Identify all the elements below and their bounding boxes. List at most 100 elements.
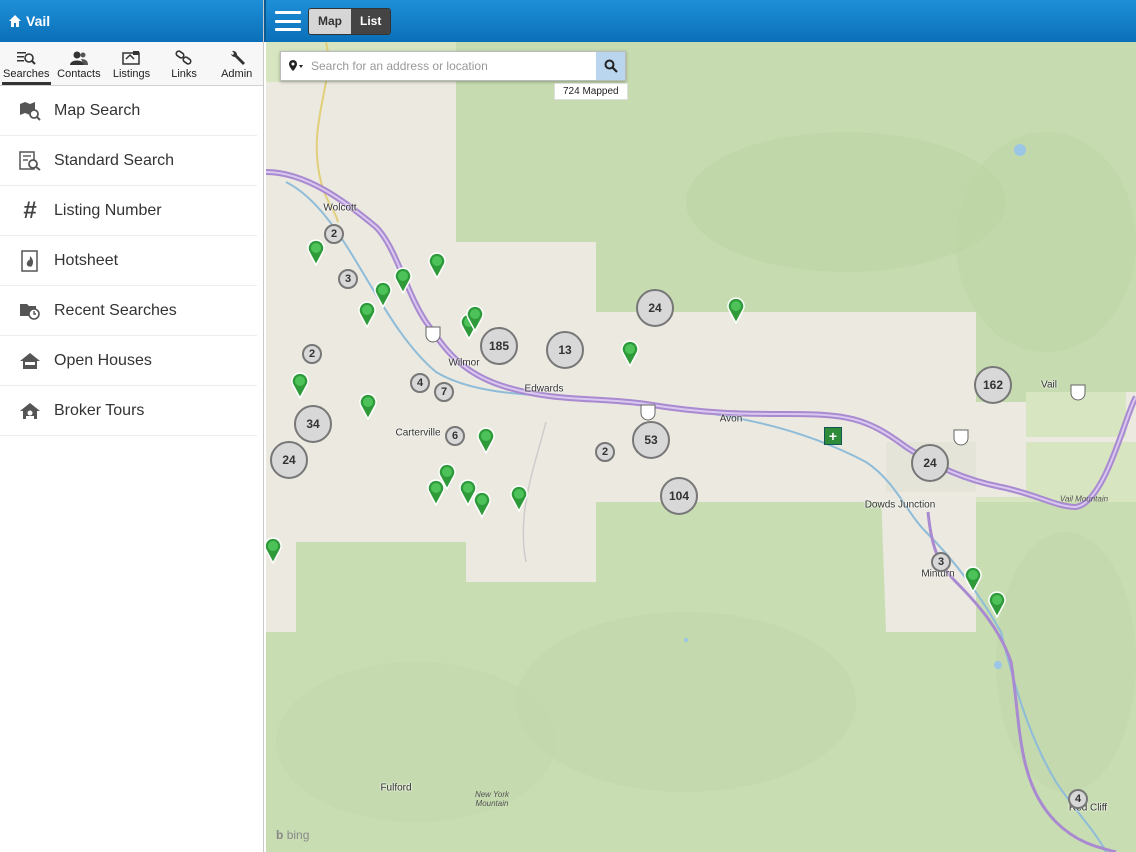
location-search-input[interactable] [311, 59, 596, 73]
app-title: Vail [26, 13, 51, 29]
listing-pin[interactable] [290, 371, 310, 399]
town-label: Dowds Junction [864, 499, 936, 511]
search-list-icon [17, 52, 37, 65]
list-view-button[interactable]: List [351, 9, 391, 34]
hospital-icon[interactable]: + [824, 427, 842, 445]
town-label: Wolcott [323, 202, 357, 214]
listing-cluster[interactable]: 6 [445, 426, 465, 446]
menu-item-map-search[interactable]: Map Search [0, 86, 257, 136]
menu-label: Hotsheet [54, 251, 119, 269]
open-house-icon [18, 349, 42, 373]
wrench-icon [230, 50, 245, 65]
map-terrain [266, 42, 1136, 852]
link-icon [175, 50, 192, 65]
menu-label: Listing Number [54, 201, 162, 219]
town-label: Fulford [380, 782, 412, 794]
listing-cluster[interactable]: 24 [270, 441, 308, 479]
listing-cluster[interactable]: 2 [302, 344, 322, 364]
peak-label: Vail Mountain [1059, 494, 1109, 504]
top-bar: Map List [264, 0, 1136, 42]
menu-item-listing-number[interactable]: # Listing Number [0, 186, 257, 236]
listing-cluster[interactable]: 24 [911, 444, 949, 482]
tab-label: Links [171, 68, 197, 80]
search-icon [604, 59, 618, 73]
standard-search-icon [18, 149, 42, 173]
highway-shield [1070, 384, 1086, 401]
map-view-button[interactable]: Map [309, 9, 351, 34]
menu-item-hotsheet[interactable]: Hotsheet [0, 236, 257, 286]
tab-bar: Searches Contacts Listings Links Admin [0, 42, 263, 86]
town-label: Avon [719, 413, 743, 425]
listing-cluster[interactable]: 7 [434, 382, 454, 402]
hotsheet-icon [18, 249, 42, 273]
listing-cluster[interactable]: 3 [338, 269, 358, 289]
listings-icon [122, 51, 141, 65]
mapped-count-label: 724 Mapped [554, 83, 628, 100]
hamburger-menu-icon[interactable] [275, 11, 301, 31]
listing-pin[interactable] [963, 565, 983, 593]
town-label: Wilmor [448, 357, 480, 369]
listing-pin[interactable] [472, 490, 492, 518]
town-label: Carterville [395, 427, 441, 439]
listing-cluster[interactable]: 13 [546, 331, 584, 369]
listing-cluster[interactable]: 3 [931, 552, 951, 572]
tab-label: Admin [221, 68, 253, 80]
app-root: Vail Searches Contacts Listings Links Ad… [0, 0, 1136, 852]
view-toggle: Map List [308, 8, 392, 35]
listing-cluster[interactable]: 53 [632, 421, 670, 459]
listing-pin[interactable] [427, 251, 447, 279]
listing-pin[interactable] [266, 536, 283, 564]
menu-item-standard-search[interactable]: Standard Search [0, 136, 257, 186]
listing-pin[interactable] [393, 266, 413, 294]
listing-cluster[interactable]: 162 [974, 366, 1012, 404]
menu-label: Recent Searches [54, 301, 177, 319]
listing-pin[interactable] [357, 300, 377, 328]
tab-contacts[interactable]: Contacts [53, 42, 106, 85]
menu-label: Map Search [54, 101, 141, 119]
listing-cluster[interactable]: 24 [636, 289, 674, 327]
listing-pin[interactable] [358, 392, 378, 420]
map-search-icon [18, 99, 42, 123]
sidebar: Vail Searches Contacts Listings Links Ad… [0, 0, 264, 852]
tab-admin[interactable]: Admin [210, 42, 263, 85]
tab-links[interactable]: Links [158, 42, 211, 85]
recent-searches-icon [18, 299, 42, 323]
listing-pin[interactable] [620, 339, 640, 367]
listing-pin[interactable] [509, 484, 529, 512]
listing-pin[interactable] [306, 238, 326, 266]
peak-label: New York Mountain [474, 790, 510, 808]
listing-pin[interactable] [476, 426, 496, 454]
bing-logo: b bing [276, 828, 310, 842]
tab-label: Searches [3, 68, 50, 80]
town-label: Vail [1041, 379, 1057, 391]
town-label: Edwards [524, 383, 564, 395]
tab-listings[interactable]: Listings [105, 42, 158, 85]
menu-item-open-houses[interactable]: Open Houses [0, 336, 257, 386]
menu-list: Map Search Standard Search # Listing Num… [0, 86, 263, 436]
map-canvas[interactable]: 724 Mapped Wolcott Wilmor Edwards Avon C… [266, 42, 1136, 852]
listing-pin[interactable] [426, 478, 446, 506]
search-button[interactable] [596, 52, 625, 80]
location-search-bar [280, 51, 626, 81]
tab-label: Listings [112, 68, 151, 80]
listing-cluster[interactable]: 4 [410, 373, 430, 393]
listing-cluster[interactable]: 185 [480, 327, 518, 365]
listing-cluster[interactable]: 2 [324, 224, 344, 244]
listing-pin[interactable] [987, 590, 1007, 618]
highway-shield [640, 404, 656, 421]
location-pin-dropdown[interactable] [281, 52, 311, 80]
menu-item-broker-tours[interactable]: Broker Tours [0, 386, 257, 436]
listing-cluster[interactable]: 34 [294, 405, 332, 443]
listing-pin[interactable] [726, 296, 746, 324]
listing-cluster[interactable]: 104 [660, 477, 698, 515]
listing-pin[interactable] [465, 304, 485, 332]
menu-label: Open Houses [54, 351, 152, 369]
listing-cluster[interactable]: 4 [1068, 789, 1088, 809]
highway-shield [953, 429, 969, 446]
broker-tour-icon [18, 399, 42, 423]
listing-cluster[interactable]: 2 [595, 442, 615, 462]
tab-searches[interactable]: Searches [0, 42, 53, 85]
sidebar-header[interactable]: Vail [0, 0, 263, 42]
menu-label: Standard Search [54, 151, 175, 169]
menu-item-recent-searches[interactable]: Recent Searches [0, 286, 257, 336]
